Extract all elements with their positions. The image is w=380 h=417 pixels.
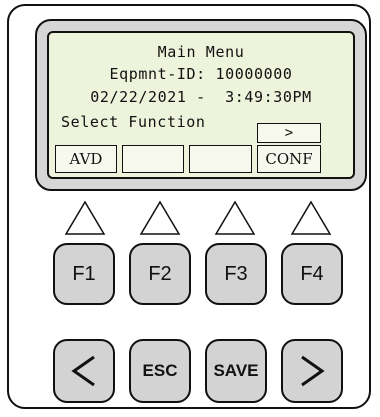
softkey-1-pointer-icon <box>64 200 106 235</box>
f3-key[interactable]: F3 <box>205 243 267 305</box>
softkey-3-pointer-icon <box>214 200 256 235</box>
select-function-prompt: Select Function <box>61 113 206 131</box>
keypad-device: Main Menu Eqpmnt-ID: 10000000 02/22/2021… <box>7 4 371 409</box>
right-key[interactable] <box>281 339 343 403</box>
menu-title: Main Menu <box>157 43 245 61</box>
date-time: 02/22/2021 - 3:49:30PM <box>90 88 312 106</box>
esc-key[interactable]: ESC <box>129 339 191 403</box>
softkey-2-label <box>122 145 184 173</box>
next-page-indicator: > <box>257 123 321 143</box>
lcd-screen: Main Menu Eqpmnt-ID: 10000000 02/22/2021… <box>47 31 355 179</box>
equipment-id: Eqpmnt-ID: 10000000 <box>109 65 293 83</box>
f2-key[interactable]: F2 <box>129 243 191 305</box>
f4-key[interactable]: F4 <box>281 243 343 305</box>
display-bezel: Main Menu Eqpmnt-ID: 10000000 02/22/2021… <box>35 19 367 191</box>
softkey-4-pointer-icon <box>290 200 332 235</box>
softkey-3-label <box>189 145 252 173</box>
softkey-2-pointer-icon <box>139 200 181 235</box>
f1-key[interactable]: F1 <box>53 243 115 305</box>
softkey-4-label: CONF <box>257 145 321 173</box>
chevron-left-icon <box>71 355 95 387</box>
chevron-right-icon <box>301 355 325 387</box>
softkey-1-label: AVD <box>55 145 117 173</box>
save-key[interactable]: SAVE <box>205 339 267 403</box>
left-key[interactable] <box>53 339 115 403</box>
